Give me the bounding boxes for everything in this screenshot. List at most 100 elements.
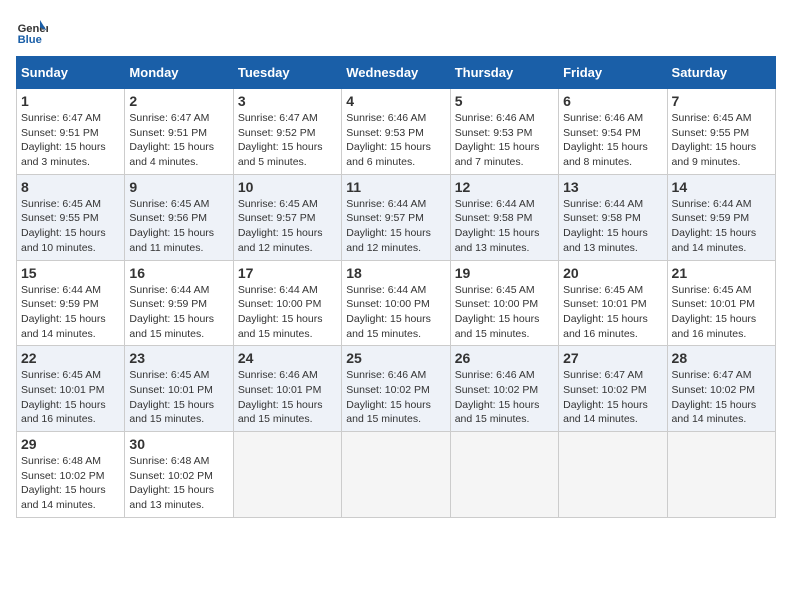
daylight-label: Daylight: 15 hours and 3 minutes. — [21, 141, 106, 168]
sunrise-label: Sunrise: 6:46 AM — [238, 369, 318, 381]
sunrise-label: Sunrise: 6:45 AM — [129, 198, 209, 210]
day-number: 21 — [672, 265, 771, 281]
sunset-label: Sunset: 9:55 PM — [672, 127, 750, 139]
sunrise-label: Sunrise: 6:44 AM — [563, 198, 643, 210]
day-info: Sunrise: 6:45 AM Sunset: 10:01 PM Daylig… — [129, 368, 228, 427]
sunset-label: Sunset: 9:59 PM — [672, 212, 750, 224]
calendar-day-cell — [233, 432, 341, 518]
day-info: Sunrise: 6:47 AM Sunset: 10:02 PM Daylig… — [672, 368, 771, 427]
calendar-day-cell: 3 Sunrise: 6:47 AM Sunset: 9:52 PM Dayli… — [233, 89, 341, 175]
sunset-label: Sunset: 10:02 PM — [346, 384, 429, 396]
sunset-label: Sunset: 9:52 PM — [238, 127, 316, 139]
day-info: Sunrise: 6:46 AM Sunset: 10:02 PM Daylig… — [455, 368, 554, 427]
calendar-day-cell: 26 Sunrise: 6:46 AM Sunset: 10:02 PM Day… — [450, 346, 558, 432]
sunset-label: Sunset: 9:51 PM — [129, 127, 207, 139]
sunrise-label: Sunrise: 6:47 AM — [21, 112, 101, 124]
daylight-label: Daylight: 15 hours and 15 minutes. — [238, 399, 323, 426]
weekday-header-sunday: Sunday — [17, 57, 125, 89]
sunrise-label: Sunrise: 6:45 AM — [672, 112, 752, 124]
sunset-label: Sunset: 10:02 PM — [672, 384, 755, 396]
daylight-label: Daylight: 15 hours and 5 minutes. — [238, 141, 323, 168]
sunrise-label: Sunrise: 6:45 AM — [455, 284, 535, 296]
sunset-label: Sunset: 10:00 PM — [238, 298, 321, 310]
day-info: Sunrise: 6:47 AM Sunset: 9:51 PM Dayligh… — [129, 111, 228, 170]
weekday-header-monday: Monday — [125, 57, 233, 89]
sunrise-label: Sunrise: 6:45 AM — [238, 198, 318, 210]
daylight-label: Daylight: 15 hours and 9 minutes. — [672, 141, 757, 168]
sunset-label: Sunset: 10:00 PM — [346, 298, 429, 310]
calendar-day-cell: 20 Sunrise: 6:45 AM Sunset: 10:01 PM Day… — [559, 260, 667, 346]
calendar-table: SundayMondayTuesdayWednesdayThursdayFrid… — [16, 56, 776, 518]
day-number: 4 — [346, 93, 445, 109]
sunrise-label: Sunrise: 6:47 AM — [672, 369, 752, 381]
day-info: Sunrise: 6:45 AM Sunset: 9:55 PM Dayligh… — [21, 197, 120, 256]
day-number: 12 — [455, 179, 554, 195]
daylight-label: Daylight: 15 hours and 4 minutes. — [129, 141, 214, 168]
calendar-day-cell: 16 Sunrise: 6:44 AM Sunset: 9:59 PM Dayl… — [125, 260, 233, 346]
daylight-label: Daylight: 15 hours and 10 minutes. — [21, 227, 106, 254]
calendar-week-row: 15 Sunrise: 6:44 AM Sunset: 9:59 PM Dayl… — [17, 260, 776, 346]
sunrise-label: Sunrise: 6:44 AM — [346, 198, 426, 210]
sunrise-label: Sunrise: 6:46 AM — [455, 112, 535, 124]
calendar-day-cell: 17 Sunrise: 6:44 AM Sunset: 10:00 PM Day… — [233, 260, 341, 346]
sunrise-label: Sunrise: 6:46 AM — [346, 112, 426, 124]
weekday-header-friday: Friday — [559, 57, 667, 89]
daylight-label: Daylight: 15 hours and 12 minutes. — [346, 227, 431, 254]
day-number: 20 — [563, 265, 662, 281]
sunset-label: Sunset: 9:58 PM — [455, 212, 533, 224]
calendar-day-cell: 1 Sunrise: 6:47 AM Sunset: 9:51 PM Dayli… — [17, 89, 125, 175]
day-info: Sunrise: 6:46 AM Sunset: 10:02 PM Daylig… — [346, 368, 445, 427]
calendar-day-cell: 10 Sunrise: 6:45 AM Sunset: 9:57 PM Dayl… — [233, 174, 341, 260]
daylight-label: Daylight: 15 hours and 14 minutes. — [21, 484, 106, 511]
day-info: Sunrise: 6:45 AM Sunset: 10:01 PM Daylig… — [563, 283, 662, 342]
sunset-label: Sunset: 9:59 PM — [21, 298, 99, 310]
sunrise-label: Sunrise: 6:46 AM — [455, 369, 535, 381]
calendar-day-cell: 15 Sunrise: 6:44 AM Sunset: 9:59 PM Dayl… — [17, 260, 125, 346]
daylight-label: Daylight: 15 hours and 8 minutes. — [563, 141, 648, 168]
weekday-header-tuesday: Tuesday — [233, 57, 341, 89]
day-number: 27 — [563, 350, 662, 366]
sunrise-label: Sunrise: 6:44 AM — [238, 284, 318, 296]
calendar-day-cell: 5 Sunrise: 6:46 AM Sunset: 9:53 PM Dayli… — [450, 89, 558, 175]
sunset-label: Sunset: 10:02 PM — [455, 384, 538, 396]
day-info: Sunrise: 6:45 AM Sunset: 9:55 PM Dayligh… — [672, 111, 771, 170]
day-number: 7 — [672, 93, 771, 109]
day-info: Sunrise: 6:46 AM Sunset: 10:01 PM Daylig… — [238, 368, 337, 427]
weekday-header-row: SundayMondayTuesdayWednesdayThursdayFrid… — [17, 57, 776, 89]
calendar-day-cell — [667, 432, 775, 518]
day-number: 14 — [672, 179, 771, 195]
calendar-day-cell — [559, 432, 667, 518]
calendar-day-cell: 28 Sunrise: 6:47 AM Sunset: 10:02 PM Day… — [667, 346, 775, 432]
calendar-day-cell: 25 Sunrise: 6:46 AM Sunset: 10:02 PM Day… — [342, 346, 450, 432]
day-number: 6 — [563, 93, 662, 109]
sunrise-label: Sunrise: 6:45 AM — [672, 284, 752, 296]
calendar-day-cell: 22 Sunrise: 6:45 AM Sunset: 10:01 PM Day… — [17, 346, 125, 432]
sunrise-label: Sunrise: 6:44 AM — [129, 284, 209, 296]
day-info: Sunrise: 6:44 AM Sunset: 9:58 PM Dayligh… — [455, 197, 554, 256]
sunset-label: Sunset: 9:54 PM — [563, 127, 641, 139]
daylight-label: Daylight: 15 hours and 14 minutes. — [672, 227, 757, 254]
day-info: Sunrise: 6:44 AM Sunset: 9:59 PM Dayligh… — [672, 197, 771, 256]
calendar-day-cell: 2 Sunrise: 6:47 AM Sunset: 9:51 PM Dayli… — [125, 89, 233, 175]
calendar-day-cell: 11 Sunrise: 6:44 AM Sunset: 9:57 PM Dayl… — [342, 174, 450, 260]
day-info: Sunrise: 6:47 AM Sunset: 9:51 PM Dayligh… — [21, 111, 120, 170]
sunrise-label: Sunrise: 6:47 AM — [238, 112, 318, 124]
daylight-label: Daylight: 15 hours and 15 minutes. — [129, 399, 214, 426]
day-number: 1 — [21, 93, 120, 109]
header: General Blue — [16, 16, 776, 48]
daylight-label: Daylight: 15 hours and 16 minutes. — [21, 399, 106, 426]
sunset-label: Sunset: 10:01 PM — [129, 384, 212, 396]
calendar-day-cell: 9 Sunrise: 6:45 AM Sunset: 9:56 PM Dayli… — [125, 174, 233, 260]
sunset-label: Sunset: 9:51 PM — [21, 127, 99, 139]
sunset-label: Sunset: 9:53 PM — [346, 127, 424, 139]
calendar-day-cell: 30 Sunrise: 6:48 AM Sunset: 10:02 PM Day… — [125, 432, 233, 518]
calendar-week-row: 8 Sunrise: 6:45 AM Sunset: 9:55 PM Dayli… — [17, 174, 776, 260]
calendar-day-cell: 18 Sunrise: 6:44 AM Sunset: 10:00 PM Day… — [342, 260, 450, 346]
sunset-label: Sunset: 9:56 PM — [129, 212, 207, 224]
sunrise-label: Sunrise: 6:44 AM — [455, 198, 535, 210]
calendar-day-cell: 7 Sunrise: 6:45 AM Sunset: 9:55 PM Dayli… — [667, 89, 775, 175]
sunrise-label: Sunrise: 6:46 AM — [563, 112, 643, 124]
day-info: Sunrise: 6:44 AM Sunset: 10:00 PM Daylig… — [238, 283, 337, 342]
day-number: 23 — [129, 350, 228, 366]
logo-icon: General Blue — [16, 16, 48, 48]
